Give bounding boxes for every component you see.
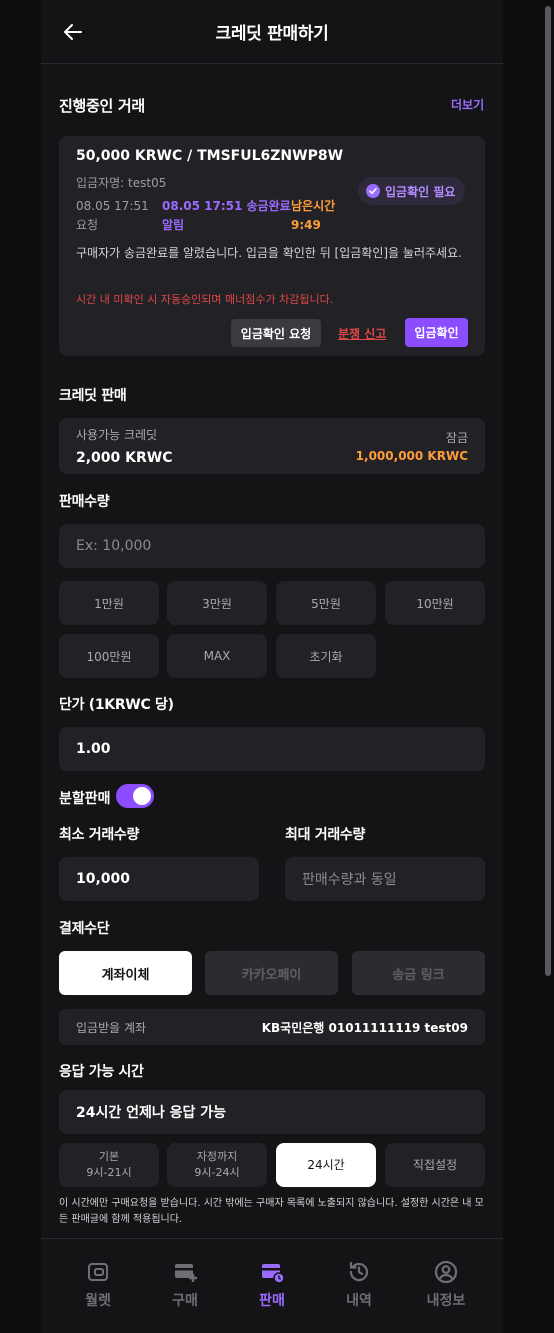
response-time-title: 응답 가능 시간 (59, 1064, 144, 1080)
nav-history[interactable]: 내역 (314, 1259, 404, 1310)
time-option-default[interactable]: 기본 9시-21시 (59, 1143, 159, 1187)
quick-amount-10k[interactable]: 1만원 (59, 581, 159, 625)
trade-card: 50,000 KRWC / TMSFUL6ZNWP8W 입금자명: test05… (59, 136, 485, 356)
response-time-field[interactable]: 24시간 언제나 응답 가능 (59, 1090, 485, 1134)
outer-left-background (0, 0, 41, 1333)
available-credit-label: 사용가능 크레딧 (76, 428, 158, 442)
max-quantity-placeholder: 판매수량과 동일 (302, 872, 397, 888)
check-circle-icon (366, 184, 380, 198)
quantity-placeholder: Ex: 10,000 (76, 538, 152, 554)
trade-warning: 시간 내 미확인 시 자동승인되며 매너점수가 차감됩니다. (76, 293, 334, 306)
status-badge: 입금확인 필요 (358, 177, 466, 205)
payment-method-title: 결제수단 (59, 921, 110, 937)
quick-amount-50k[interactable]: 5만원 (276, 581, 376, 625)
available-credit-value: 2,000 KRWC (76, 450, 173, 466)
status-sent-label: 알림 (162, 218, 185, 232)
split-sale-toggle[interactable] (116, 784, 154, 808)
min-quantity-input[interactable]: 10,000 (59, 857, 259, 901)
unit-price-input[interactable]: 1.00 (59, 727, 485, 771)
max-quantity-title: 최대 거래수량 (285, 827, 366, 843)
time-option-24h-label: 24시간 (307, 1158, 345, 1172)
split-sale-label: 분할판매 (59, 791, 111, 807)
depositor-name: 입금자명: test05 (76, 176, 167, 190)
response-time-note: 이 시간에만 구매요청을 받습니다. 시간 밖에는 구매자 목록에 노출되지 않… (59, 1198, 484, 1225)
nav-history-label: 내역 (346, 1293, 372, 1309)
bottom-navigation: 월렛 구매 판매 내역 내정보 (41, 1238, 503, 1333)
min-quantity-value: 10,000 (76, 871, 131, 887)
locked-credit-value: 1,000,000 KRWC (355, 449, 468, 463)
quick-amount-1m[interactable]: 100만원 (59, 634, 159, 678)
ongoing-trades-title: 진행중인 거래 (59, 97, 145, 115)
remaining-time-label: 남은시간 (291, 199, 336, 213)
more-link[interactable]: 더보기 (451, 96, 484, 113)
reset-amount-button[interactable]: 초기화 (276, 634, 376, 678)
payment-transfer-link[interactable]: 송금 링크 (352, 951, 485, 995)
unit-price-title: 단가 (1KRWC 당) (59, 697, 174, 713)
status-requested-label: 요청 (76, 218, 99, 232)
card-clock-icon (262, 1264, 285, 1284)
nav-wallet[interactable]: 월렛 (53, 1259, 143, 1310)
credit-sale-title: 크레딧 판매 (59, 388, 127, 404)
nav-profile[interactable]: 내정보 (401, 1259, 491, 1310)
nav-sell-label: 판매 (259, 1293, 285, 1309)
toggle-knob (133, 787, 151, 805)
status-sent: 08.05 17:51 송금완료 알림 (162, 197, 291, 235)
quantity-title: 판매수량 (59, 494, 110, 510)
time-option-custom-label: 직접설정 (412, 1158, 458, 1172)
payment-kakaopay[interactable]: 카카오페이 (205, 951, 338, 995)
status-requested-time: 08.05 17:51 (76, 199, 149, 213)
scrollbar[interactable] (545, 6, 551, 976)
request-confirm-button[interactable]: 입금확인 요청 (231, 319, 321, 347)
time-option-custom[interactable]: 직접설정 (385, 1143, 485, 1187)
wallet-icon (88, 1263, 108, 1281)
nav-sell[interactable]: 판매 (227, 1259, 317, 1310)
remaining-time-value: 9:49 (291, 218, 321, 232)
response-time-value: 24시간 언제나 응답 가능 (76, 1105, 227, 1121)
trade-description: 구매자가 송금완료를 알렸습니다. 입금을 확인한 뒤 [입금확인]을 눌러주세… (76, 246, 462, 260)
receiving-account-label: 입금받을 계좌 (76, 1021, 147, 1035)
max-quantity-input[interactable]: 판매수량과 동일 (285, 857, 485, 901)
nav-buy-label: 구매 (172, 1293, 198, 1309)
nav-profile-label: 내정보 (426, 1293, 466, 1309)
user-circle-icon (434, 1260, 458, 1284)
quick-amount-100k[interactable]: 10만원 (385, 581, 485, 625)
history-icon (349, 1261, 369, 1282)
card-plus-icon (175, 1264, 197, 1282)
time-option-midnight-label: 자정까지 (196, 1150, 238, 1163)
time-option-midnight-range: 9시-24시 (194, 1166, 240, 1179)
back-arrow-icon[interactable] (61, 20, 85, 44)
time-option-midnight[interactable]: 자정까지 9시-24시 (167, 1143, 267, 1187)
status-sent-time: 08.05 17:51 송금완료 (162, 199, 291, 213)
quick-amount-30k[interactable]: 3만원 (167, 581, 267, 625)
dispute-report-button[interactable]: 분쟁 신고 (338, 325, 386, 342)
page-title: 크레딧 판매하기 (215, 24, 329, 44)
app-header: 크레딧 판매하기 (41, 0, 503, 64)
quick-amount-max[interactable]: MAX (167, 634, 267, 678)
payment-bank-transfer[interactable]: 계좌이체 (59, 951, 192, 995)
status-remaining: 남은시간 9:49 (291, 197, 335, 235)
locked-credit-label: 잠금 (445, 431, 468, 445)
status-requested: 08.05 17:51 요청 (76, 197, 149, 235)
receiving-account[interactable]: 입금받을 계좌 KB국민은행 01011111119 test09 (59, 1009, 485, 1045)
credit-balance-box: 사용가능 크레딧 2,000 KRWC 잠금 1,000,000 KRWC (59, 418, 485, 474)
receiving-account-value: KB국민은행 01011111119 test09 (261, 1021, 468, 1035)
time-option-default-range: 9시-21시 (86, 1166, 132, 1179)
time-option-24h[interactable]: 24시간 (276, 1143, 376, 1187)
time-option-default-label: 기본 (98, 1150, 120, 1163)
nav-wallet-label: 월렛 (85, 1293, 111, 1309)
quantity-input[interactable]: Ex: 10,000 (59, 524, 485, 568)
min-quantity-title: 최소 거래수량 (59, 827, 140, 843)
trade-title: 50,000 KRWC / TMSFUL6ZNWP8W (76, 148, 344, 164)
status-badge-label: 입금확인 필요 (385, 184, 456, 199)
unit-price-value: 1.00 (76, 741, 111, 757)
confirm-deposit-button[interactable]: 입금확인 (405, 318, 468, 347)
nav-buy[interactable]: 구매 (140, 1259, 230, 1310)
